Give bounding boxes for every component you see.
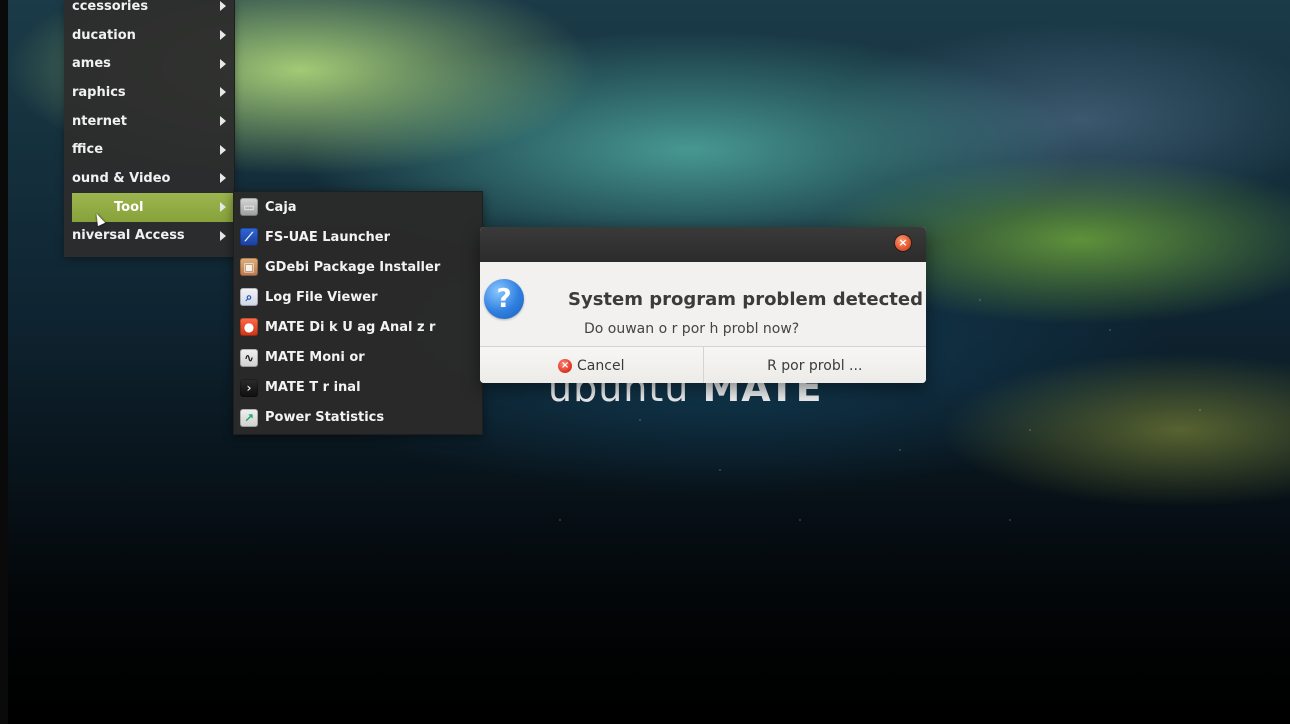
menu-item-internet[interactable]: nternet	[64, 107, 234, 136]
submenu-item-disk-usage-analyzer[interactable]: ● MATE Di k U ag Anal z r	[234, 312, 482, 342]
tools-submenu: ▭ Caja ⟋ FS-UAE Launcher ▣ GDebi Package…	[233, 191, 483, 435]
monitor-bezel	[0, 0, 8, 724]
report-label: R por probl ...	[767, 357, 863, 374]
bottom-shadow	[0, 520, 1290, 724]
disk-usage-icon: ●	[240, 318, 258, 337]
submenu-item-log-file-viewer[interactable]: ⌕ Log File Viewer	[234, 282, 482, 312]
problem-detected-dialog: × ? System program problem detected Do o…	[480, 227, 926, 383]
submenu-item-system-monitor[interactable]: ∿ MATE Moni or	[234, 342, 482, 372]
close-icon[interactable]: ×	[895, 235, 911, 251]
menu-item-label: ccessories	[72, 0, 149, 14]
chevron-right-icon	[220, 87, 226, 98]
chevron-right-icon	[220, 202, 226, 213]
submenu-item-label: Caja	[265, 199, 297, 215]
dialog-title: System program problem detected	[568, 289, 923, 310]
chevron-right-icon	[220, 1, 226, 12]
dialog-message: Do ouwan o r por h probl now?	[584, 321, 800, 337]
submenu-item-label: Power Statistics	[265, 410, 385, 426]
submenu-item-label: GDebi Package Installer	[265, 259, 441, 275]
folder-icon: ▭	[240, 198, 258, 217]
menu-item-education[interactable]: ducation	[64, 21, 234, 50]
menu-item-sound-video[interactable]: ound & Video	[64, 164, 234, 193]
power-statistics-icon: ↗	[240, 408, 258, 427]
menu-item-accessories[interactable]: ccessories	[64, 0, 234, 21]
dialog-body: ? System program problem detected Do ouw…	[480, 262, 926, 348]
submenu-item-gdebi[interactable]: ▣ GDebi Package Installer	[234, 252, 482, 282]
log-viewer-icon: ⌕	[240, 288, 258, 307]
cancel-label: Cancel	[577, 357, 625, 374]
menu-item-universal-access[interactable]: niversal Access	[64, 222, 234, 251]
fs-uae-icon: ⟋	[240, 228, 258, 247]
desktop-background: ubuntu MATE ccessories ducation ames rap…	[0, 0, 1290, 724]
chevron-right-icon	[220, 116, 226, 127]
menu-item-label: nternet	[72, 113, 127, 129]
menu-item-games[interactable]: ames	[64, 49, 234, 78]
submenu-item-label: Log File Viewer	[265, 289, 378, 305]
submenu-item-label: MATE Moni or	[265, 350, 365, 366]
chevron-right-icon	[220, 30, 226, 41]
menu-item-label: raphics	[72, 84, 126, 100]
menu-item-label: Tool	[114, 199, 144, 215]
system-monitor-icon: ∿	[240, 348, 258, 367]
submenu-item-label: MATE T r inal	[265, 380, 361, 396]
submenu-item-terminal[interactable]: › MATE T r inal	[234, 373, 482, 403]
menu-item-graphics[interactable]: raphics	[64, 78, 234, 107]
menu-item-label: ames	[72, 56, 111, 72]
menu-item-label: ffice	[72, 142, 104, 158]
chevron-right-icon	[220, 144, 226, 155]
report-problem-button[interactable]: R por probl ...	[703, 347, 926, 383]
dialog-titlebar: ×	[480, 227, 926, 262]
submenu-item-power-statistics[interactable]: ↗ Power Statistics	[234, 403, 482, 433]
chevron-right-icon	[220, 173, 226, 184]
menu-item-label: ound & Video	[72, 170, 171, 186]
chevron-right-icon	[220, 230, 226, 241]
applications-menu: ccessories ducation ames raphics nternet…	[64, 0, 235, 257]
package-icon: ▣	[240, 258, 258, 277]
submenu-item-label: MATE Di k U ag Anal z r	[265, 319, 436, 335]
menu-item-label: niversal Access	[72, 228, 185, 244]
menu-item-label: ducation	[72, 27, 136, 43]
submenu-item-label: FS-UAE Launcher	[265, 229, 391, 245]
menu-item-office[interactable]: ffice	[64, 135, 234, 164]
chevron-right-icon	[220, 58, 226, 69]
terminal-icon: ›	[240, 378, 258, 397]
question-icon: ?	[484, 279, 524, 319]
dialog-button-row: × Cancel R por probl ...	[480, 346, 926, 383]
submenu-item-fs-uae-launcher[interactable]: ⟋ FS-UAE Launcher	[234, 222, 482, 252]
submenu-item-caja[interactable]: ▭ Caja	[234, 192, 482, 222]
cancel-button[interactable]: × Cancel	[480, 347, 704, 383]
cancel-icon: ×	[558, 358, 573, 373]
